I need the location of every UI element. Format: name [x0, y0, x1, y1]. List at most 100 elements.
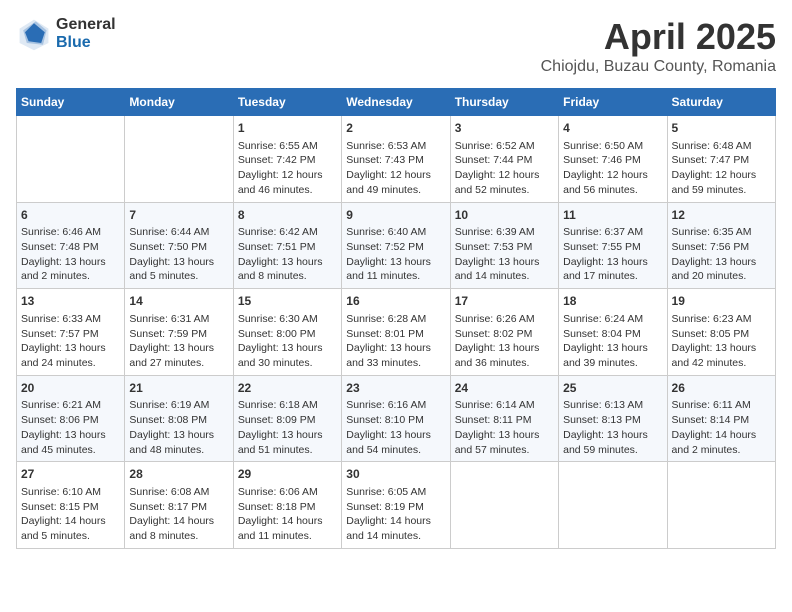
day-number: 18 [563, 293, 662, 310]
table-row: 17Sunrise: 6:26 AMSunset: 8:02 PMDayligh… [450, 289, 558, 376]
table-row: 4 Sunrise: 6:50 AM Sunset: 7:46 PM Daylight… [559, 116, 667, 203]
day-number: 28 [129, 466, 228, 483]
week-row-5: 27Sunrise: 6:10 AMSunset: 8:15 PMDayligh… [17, 462, 776, 549]
daylight-text: Daylight: 13 hours and 20 minutes. [672, 256, 757, 283]
sunset-text: Sunset: 8:11 PM [455, 414, 532, 426]
day-number: 16 [346, 293, 445, 310]
sunrise-text: Sunrise: 6:21 AM [21, 399, 101, 411]
table-row: 28Sunrise: 6:08 AMSunset: 8:17 PMDayligh… [125, 462, 233, 549]
daylight-text: Daylight: 13 hours and 36 minutes. [455, 342, 540, 369]
sunset-text: Sunset: 7:52 PM [346, 241, 424, 253]
sunrise-text: Sunrise: 6:46 AM [21, 226, 101, 238]
day-number: 11 [563, 207, 662, 224]
header-thursday: Thursday [450, 89, 558, 116]
daylight-text: Daylight: 14 hours and 2 minutes. [672, 429, 757, 456]
daylight-text: Daylight: 12 hours and 56 minutes. [563, 169, 648, 196]
logo-blue-text: Blue [56, 34, 116, 52]
table-row: 25Sunrise: 6:13 AMSunset: 8:13 PMDayligh… [559, 375, 667, 462]
table-row: 24Sunrise: 6:14 AMSunset: 8:11 PMDayligh… [450, 375, 558, 462]
daylight-text: Daylight: 13 hours and 39 minutes. [563, 342, 648, 369]
daylight-text: Daylight: 12 hours and 46 minutes. [238, 169, 323, 196]
daylight-text: Daylight: 14 hours and 14 minutes. [346, 515, 431, 542]
sunset-text: Sunset: 7:50 PM [129, 241, 207, 253]
sunrise-text: Sunrise: 6:35 AM [672, 226, 752, 238]
table-row: 19Sunrise: 6:23 AMSunset: 8:05 PMDayligh… [667, 289, 775, 376]
table-row: 12Sunrise: 6:35 AMSunset: 7:56 PMDayligh… [667, 202, 775, 289]
sunset-text: Sunset: 8:00 PM [238, 328, 316, 340]
day-number: 19 [672, 293, 771, 310]
sunset-text: Sunset: 7:55 PM [563, 241, 641, 253]
daylight-text: Daylight: 13 hours and 14 minutes. [455, 256, 540, 283]
header: General Blue April 2025 Chiojdu, Buzau C… [16, 16, 776, 76]
sunrise-text: Sunrise: 6:19 AM [129, 399, 209, 411]
daylight-text: Daylight: 13 hours and 54 minutes. [346, 429, 431, 456]
sunset-text: Sunset: 8:06 PM [21, 414, 99, 426]
daylight-text: Daylight: 13 hours and 30 minutes. [238, 342, 323, 369]
table-row [450, 462, 558, 549]
day-number: 2 [346, 120, 445, 137]
daylight-text: Daylight: 13 hours and 45 minutes. [21, 429, 106, 456]
logo-text: General Blue [56, 16, 116, 51]
daylight-text: Daylight: 14 hours and 11 minutes. [238, 515, 323, 542]
daylight-text: Daylight: 13 hours and 5 minutes. [129, 256, 214, 283]
sunrise-text: Sunrise: 6:06 AM [238, 486, 318, 498]
sunrise-text: Sunrise: 6:50 AM [563, 140, 643, 152]
table-row: 26 Sunrise: 6:11 AM Sunset: 8:14 PM Dayligh… [667, 375, 775, 462]
sunrise-text: Sunrise: 6:14 AM [455, 399, 535, 411]
day-number: 3 [455, 120, 554, 137]
table-row: 14Sunrise: 6:31 AMSunset: 7:59 PMDayligh… [125, 289, 233, 376]
sunset-text: Sunset: 8:18 PM [238, 501, 316, 513]
week-row-3: 13Sunrise: 6:33 AMSunset: 7:57 PMDayligh… [17, 289, 776, 376]
table-row [559, 462, 667, 549]
sunset-text: Sunset: 7:48 PM [21, 241, 99, 253]
sunset-text: Sunset: 7:57 PM [21, 328, 99, 340]
table-row: 3Sunrise: 6:52 AMSunset: 7:44 PMDaylight… [450, 116, 558, 203]
day-number: 17 [455, 293, 554, 310]
sunset-text: Sunset: 8:09 PM [238, 414, 316, 426]
calendar-location: Chiojdu, Buzau County, Romania [541, 58, 776, 76]
daylight-text: Daylight: 12 hours and 52 minutes. [455, 169, 540, 196]
sunset-text: Sunset: 8:04 PM [563, 328, 641, 340]
header-saturday: Saturday [667, 89, 775, 116]
day-number: 4 [563, 120, 662, 137]
title-area: April 2025 Chiojdu, Buzau County, Romani… [541, 16, 776, 76]
table-row: 16Sunrise: 6:28 AMSunset: 8:01 PMDayligh… [342, 289, 450, 376]
sunrise-text: Sunrise: 6:05 AM [346, 486, 426, 498]
sunset-text: Sunset: 8:14 PM [672, 414, 750, 426]
daylight-text: Daylight: 13 hours and 57 minutes. [455, 429, 540, 456]
calendar-title: April 2025 [541, 16, 776, 58]
day-number: 30 [346, 466, 445, 483]
sunrise-text: Sunrise: 6:24 AM [563, 313, 643, 325]
table-row [667, 462, 775, 549]
sunset-text: Sunset: 7:51 PM [238, 241, 316, 253]
sunrise-text: Sunrise: 6:23 AM [672, 313, 752, 325]
daylight-text: Daylight: 13 hours and 59 minutes. [563, 429, 648, 456]
sunrise-text: Sunrise: 6:53 AM [346, 140, 426, 152]
day-number: 26 [672, 380, 771, 397]
sunrise-text: Sunrise: 6:52 AM [455, 140, 535, 152]
table-row: 10Sunrise: 6:39 AMSunset: 7:53 PMDayligh… [450, 202, 558, 289]
daylight-text: Daylight: 13 hours and 27 minutes. [129, 342, 214, 369]
day-number: 23 [346, 380, 445, 397]
daylight-text: Daylight: 13 hours and 33 minutes. [346, 342, 431, 369]
sunrise-text: Sunrise: 6:18 AM [238, 399, 318, 411]
table-row: 21Sunrise: 6:19 AMSunset: 8:08 PMDayligh… [125, 375, 233, 462]
day-number: 13 [21, 293, 120, 310]
day-number: 27 [21, 466, 120, 483]
sunset-text: Sunset: 7:59 PM [129, 328, 207, 340]
sunrise-text: Sunrise: 6:42 AM [238, 226, 318, 238]
sunset-text: Sunset: 8:10 PM [346, 414, 424, 426]
day-number: 12 [672, 207, 771, 224]
day-number: 20 [21, 380, 120, 397]
sunset-text: Sunset: 7:43 PM [346, 154, 424, 166]
table-row: 29Sunrise: 6:06 AMSunset: 8:18 PMDayligh… [233, 462, 341, 549]
header-monday: Monday [125, 89, 233, 116]
sunrise-text: Sunrise: 6:44 AM [129, 226, 209, 238]
day-number: 7 [129, 207, 228, 224]
table-row [125, 116, 233, 203]
day-number: 15 [238, 293, 337, 310]
sunrise-text: Sunrise: 6:48 AM [672, 140, 752, 152]
sunset-text: Sunset: 7:46 PM [563, 154, 641, 166]
table-row: 2Sunrise: 6:53 AMSunset: 7:43 PMDaylight… [342, 116, 450, 203]
sunrise-text: Sunrise: 6:11 AM [672, 399, 751, 411]
